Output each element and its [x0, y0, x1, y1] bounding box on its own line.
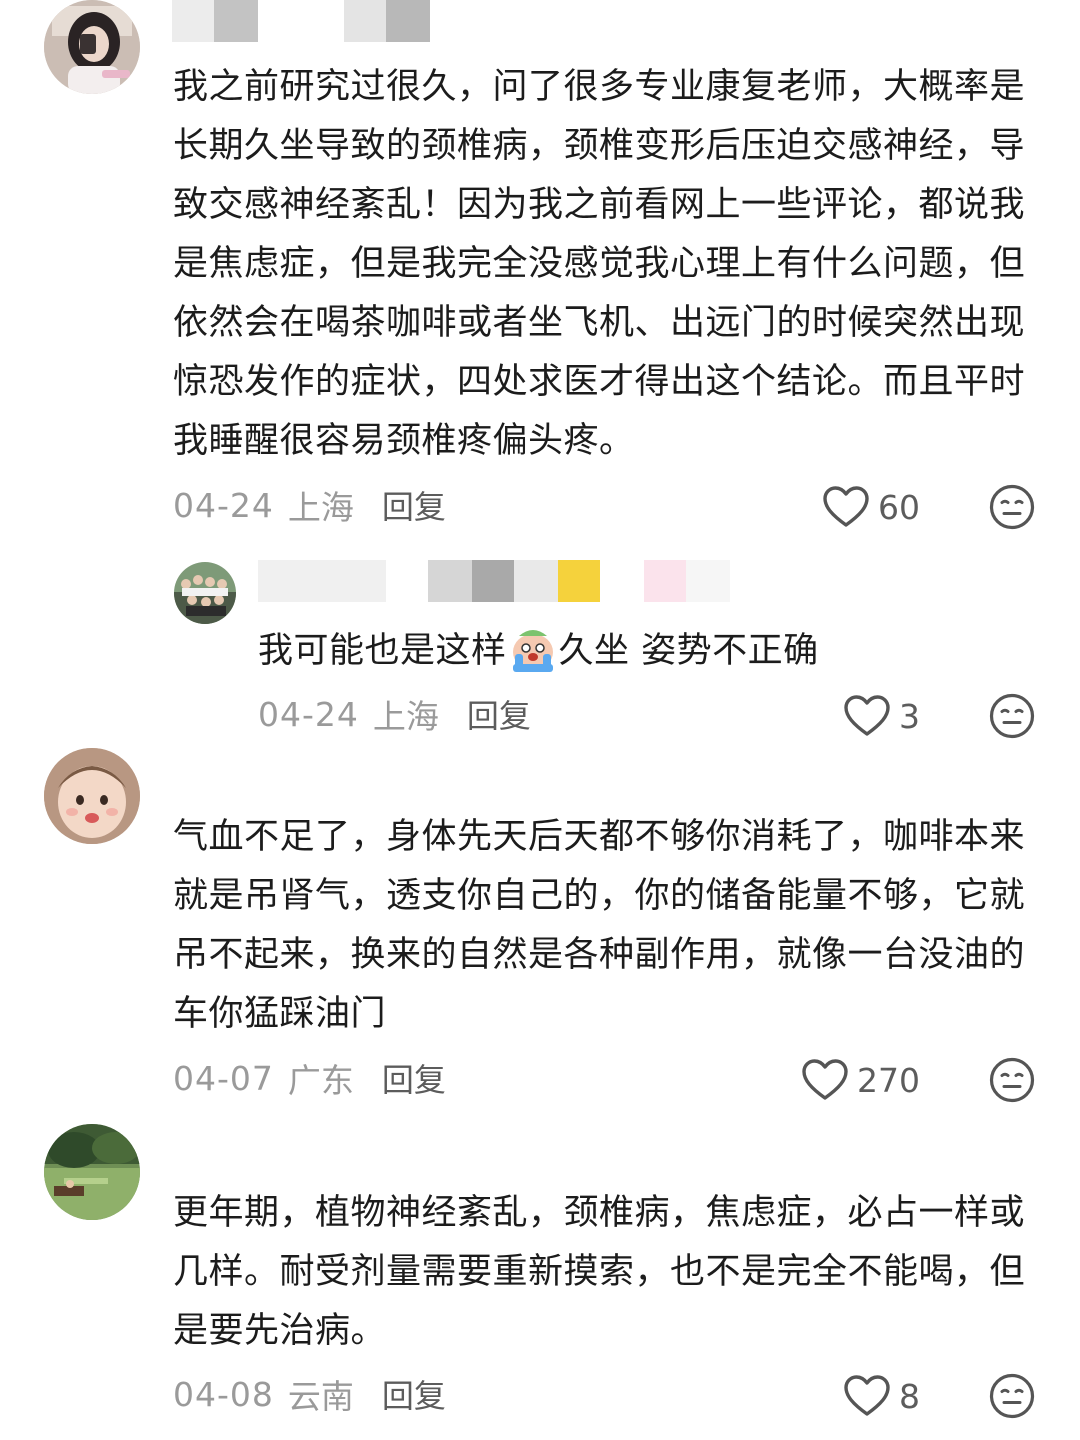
dislike-button[interactable] [989, 1373, 1035, 1419]
avatar[interactable] [44, 1124, 140, 1220]
like-count: 8 [899, 1376, 920, 1416]
comment-location: 上海 [372, 697, 439, 736]
reply-text: 我可能也是这样 久坐 姿势不正确 [258, 622, 1038, 681]
like-button[interactable]: 8 [820, 1371, 920, 1421]
meh-face-icon [989, 1057, 1035, 1103]
dislike-button[interactable] [989, 1057, 1035, 1103]
comment-text: 气血不足了，身体先天后天都不够你消耗了，咖啡本来就是吊肾气，透支你自己的，你的储… [173, 817, 1026, 1034]
comment-meta: 04-24 上海 回复 [173, 482, 446, 528]
reply-button[interactable]: 回复 [467, 691, 531, 737]
like-count: 3 [899, 696, 920, 736]
reply-text-end: 久坐 姿势不正确 [558, 631, 819, 671]
avatar[interactable] [174, 562, 236, 624]
comment-list: 我之前研究过很久，问了很多专业康复老师，大概率是长期久坐导致的颈椎病，颈椎变形后… [0, 0, 1080, 1440]
comment-date: 04-24 [173, 485, 274, 525]
like-button[interactable]: 270 [778, 1055, 920, 1105]
dislike-button[interactable] [989, 693, 1035, 739]
avatar-image [44, 748, 140, 844]
username-redacted[interactable] [258, 560, 730, 602]
avatar-image [44, 0, 140, 94]
heart-outline-icon [823, 486, 869, 527]
comment-meta: 04-08 云南 回复 [173, 1371, 446, 1417]
comment-location: 上海 [287, 488, 354, 527]
reply-button[interactable]: 回复 [382, 482, 446, 528]
avatar-image [44, 1124, 140, 1220]
comment-text: 我之前研究过很久，问了很多专业康复老师，大概率是长期久坐导致的颈椎病，颈椎变形后… [173, 67, 1026, 461]
reply-text-start: 我可能也是这样 [258, 631, 507, 671]
avatar[interactable] [44, 748, 140, 844]
comment-meta: 04-07 广东 回复 [173, 1055, 446, 1101]
crying-emoji-icon [509, 624, 557, 672]
username-redacted[interactable] [172, 750, 386, 792]
comment-text: 更年期，植物神经紊乱，颈椎病，焦虑症，必占一样或几样。耐受剂量需要重新摸索，也不… [173, 1193, 1026, 1351]
like-count: 270 [857, 1060, 920, 1100]
avatar-image [174, 562, 236, 624]
comment-location: 云南 [287, 1377, 354, 1416]
username-redacted[interactable] [172, 1126, 352, 1168]
like-button[interactable]: 60 [800, 482, 920, 532]
dislike-button[interactable] [989, 484, 1035, 530]
comment-date: 04-07 [173, 1058, 274, 1098]
reply-button[interactable]: 回复 [382, 1371, 446, 1417]
meh-face-icon [989, 484, 1035, 530]
comment-date: 04-24 [258, 694, 359, 734]
heart-outline-icon [844, 1375, 890, 1416]
like-count: 60 [878, 487, 920, 527]
comment-date: 04-08 [173, 1374, 274, 1414]
comment-location: 广东 [287, 1061, 354, 1100]
like-button[interactable]: 3 [820, 691, 920, 741]
reply-button[interactable]: 回复 [382, 1055, 446, 1101]
username-redacted[interactable] [172, 0, 430, 42]
comment-meta: 04-24 上海 回复 [258, 691, 531, 737]
heart-outline-icon [844, 695, 890, 736]
avatar[interactable] [44, 0, 140, 94]
meh-face-icon [989, 693, 1035, 739]
meh-face-icon [989, 1373, 1035, 1419]
heart-outline-icon [802, 1059, 848, 1100]
